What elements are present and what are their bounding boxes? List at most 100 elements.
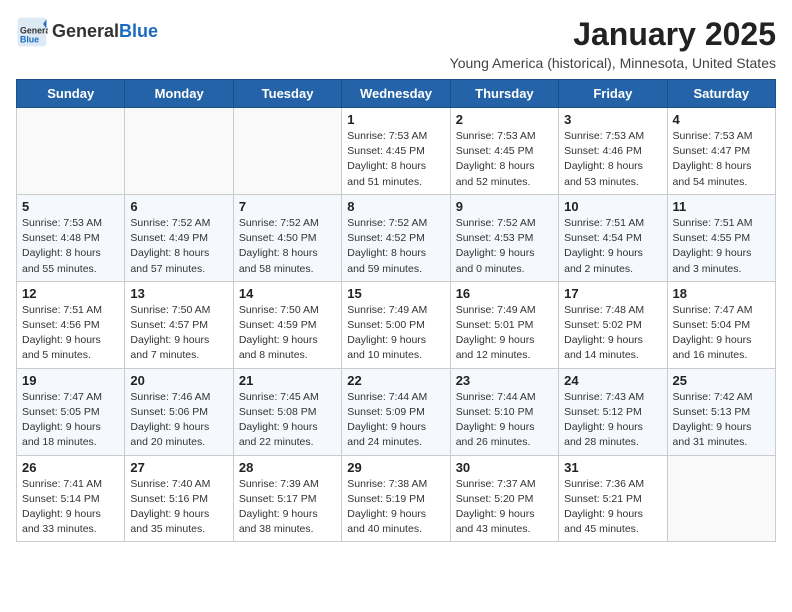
calendar-body: 1 Sunrise: 7:53 AM Sunset: 4:45 PM Daylig… — [17, 108, 776, 542]
day-info: Sunrise: 7:45 AM Sunset: 5:08 PM Dayligh… — [239, 390, 336, 451]
day-number: 2 — [456, 112, 553, 127]
week-row-0: 1 Sunrise: 7:53 AM Sunset: 4:45 PM Daylig… — [17, 108, 776, 195]
calendar-cell — [17, 108, 125, 195]
day-number: 28 — [239, 460, 336, 475]
logo: General Blue GeneralBlue — [16, 16, 158, 48]
day-number: 10 — [564, 199, 661, 214]
calendar-cell: 10 Sunrise: 7:51 AM Sunset: 4:54 PM Dayli… — [559, 194, 667, 281]
day-number: 9 — [456, 199, 553, 214]
calendar-cell: 17 Sunrise: 7:48 AM Sunset: 5:02 PM Dayli… — [559, 281, 667, 368]
day-number: 29 — [347, 460, 444, 475]
calendar-cell: 20Sunrise: 7:46 AM Sunset: 5:06 PM Dayli… — [125, 368, 233, 455]
day-number: 12 — [22, 286, 119, 301]
calendar-cell: 13 Sunrise: 7:50 AM Sunset: 4:57 PM Dayli… — [125, 281, 233, 368]
day-number: 17 — [564, 286, 661, 301]
title-block: January 2025 Young America (historical),… — [450, 16, 776, 71]
day-info: Sunrise: 7:44 AM Sunset: 5:10 PM Dayligh… — [456, 390, 553, 451]
logo-blue-text: Blue — [119, 21, 158, 41]
weekday-header-row: SundayMondayTuesdayWednesdayThursdayFrid… — [17, 80, 776, 108]
day-info: Sunrise: 7:47 AM Sunset: 5:05 PM Dayligh… — [22, 390, 119, 451]
day-number: 4 — [673, 112, 770, 127]
weekday-header-sunday: Sunday — [17, 80, 125, 108]
calendar-cell: 15Sunrise: 7:49 AM Sunset: 5:00 PM Dayli… — [342, 281, 450, 368]
svg-text:Blue: Blue — [20, 34, 39, 44]
day-info: Sunrise: 7:51 AM Sunset: 4:55 PM Dayligh… — [673, 216, 770, 277]
day-number: 6 — [130, 199, 227, 214]
calendar-cell: 31 Sunrise: 7:36 AM Sunset: 5:21 PM Dayli… — [559, 455, 667, 542]
day-info: Sunrise: 7:52 AM Sunset: 4:53 PM Dayligh… — [456, 216, 553, 277]
day-info: Sunrise: 7:52 AM Sunset: 4:49 PM Dayligh… — [130, 216, 227, 277]
calendar-cell: 1 Sunrise: 7:53 AM Sunset: 4:45 PM Daylig… — [342, 108, 450, 195]
day-info: Sunrise: 7:44 AM Sunset: 5:09 PM Dayligh… — [347, 390, 444, 451]
day-number: 8 — [347, 199, 444, 214]
calendar-subtitle: Young America (historical), Minnesota, U… — [450, 55, 776, 71]
calendar-cell: 2 Sunrise: 7:53 AM Sunset: 4:45 PM Daylig… — [450, 108, 558, 195]
day-number: 1 — [347, 112, 444, 127]
day-number: 19 — [22, 373, 119, 388]
day-number: 27 — [130, 460, 227, 475]
weekday-header-saturday: Saturday — [667, 80, 775, 108]
week-row-4: 26Sunrise: 7:41 AM Sunset: 5:14 PM Dayli… — [17, 455, 776, 542]
calendar-cell: 30 Sunrise: 7:37 AM Sunset: 5:20 PM Dayli… — [450, 455, 558, 542]
day-info: Sunrise: 7:53 AM Sunset: 4:45 PM Dayligh… — [347, 129, 444, 190]
weekday-header-friday: Friday — [559, 80, 667, 108]
weekday-header-wednesday: Wednesday — [342, 80, 450, 108]
logo-general-text: General — [52, 21, 119, 41]
day-number: 15 — [347, 286, 444, 301]
day-info: Sunrise: 7:50 AM Sunset: 4:57 PM Dayligh… — [130, 303, 227, 364]
day-info: Sunrise: 7:40 AM Sunset: 5:16 PM Dayligh… — [130, 477, 227, 538]
calendar-cell: 25 Sunrise: 7:42 AM Sunset: 5:13 PM Dayli… — [667, 368, 775, 455]
calendar-title: January 2025 — [450, 16, 776, 53]
day-info: Sunrise: 7:48 AM Sunset: 5:02 PM Dayligh… — [564, 303, 661, 364]
day-info: Sunrise: 7:39 AM Sunset: 5:17 PM Dayligh… — [239, 477, 336, 538]
week-row-2: 12 Sunrise: 7:51 AM Sunset: 4:56 PM Dayli… — [17, 281, 776, 368]
day-info: Sunrise: 7:41 AM Sunset: 5:14 PM Dayligh… — [22, 477, 119, 538]
day-info: Sunrise: 7:53 AM Sunset: 4:46 PM Dayligh… — [564, 129, 661, 190]
day-number: 13 — [130, 286, 227, 301]
calendar-cell: 24Sunrise: 7:43 AM Sunset: 5:12 PM Dayli… — [559, 368, 667, 455]
calendar-cell: 6 Sunrise: 7:52 AM Sunset: 4:49 PM Daylig… — [125, 194, 233, 281]
calendar-table: SundayMondayTuesdayWednesdayThursdayFrid… — [16, 79, 776, 542]
day-number: 18 — [673, 286, 770, 301]
calendar-cell: 14 Sunrise: 7:50 AM Sunset: 4:59 PM Dayli… — [233, 281, 341, 368]
week-row-1: 5 Sunrise: 7:53 AM Sunset: 4:48 PM Daylig… — [17, 194, 776, 281]
day-number: 20 — [130, 373, 227, 388]
calendar-cell: 7Sunrise: 7:52 AM Sunset: 4:50 PM Daylig… — [233, 194, 341, 281]
day-number: 31 — [564, 460, 661, 475]
day-number: 23 — [456, 373, 553, 388]
logo-icon: General Blue — [16, 16, 48, 48]
day-info: Sunrise: 7:49 AM Sunset: 5:01 PM Dayligh… — [456, 303, 553, 364]
calendar-cell: 23 Sunrise: 7:44 AM Sunset: 5:10 PM Dayli… — [450, 368, 558, 455]
day-info: Sunrise: 7:36 AM Sunset: 5:21 PM Dayligh… — [564, 477, 661, 538]
calendar-cell — [233, 108, 341, 195]
calendar-cell: 9 Sunrise: 7:52 AM Sunset: 4:53 PM Daylig… — [450, 194, 558, 281]
day-info: Sunrise: 7:42 AM Sunset: 5:13 PM Dayligh… — [673, 390, 770, 451]
calendar-cell: 29 Sunrise: 7:38 AM Sunset: 5:19 PM Dayli… — [342, 455, 450, 542]
calendar-cell: 19 Sunrise: 7:47 AM Sunset: 5:05 PM Dayli… — [17, 368, 125, 455]
day-info: Sunrise: 7:53 AM Sunset: 4:45 PM Dayligh… — [456, 129, 553, 190]
weekday-header-thursday: Thursday — [450, 80, 558, 108]
page-header: General Blue GeneralBlue January 2025 Yo… — [16, 16, 776, 71]
calendar-cell: 28 Sunrise: 7:39 AM Sunset: 5:17 PM Dayli… — [233, 455, 341, 542]
weekday-header-tuesday: Tuesday — [233, 80, 341, 108]
day-info: Sunrise: 7:38 AM Sunset: 5:19 PM Dayligh… — [347, 477, 444, 538]
day-number: 3 — [564, 112, 661, 127]
day-info: Sunrise: 7:53 AM Sunset: 4:48 PM Dayligh… — [22, 216, 119, 277]
day-info: Sunrise: 7:51 AM Sunset: 4:56 PM Dayligh… — [22, 303, 119, 364]
day-number: 25 — [673, 373, 770, 388]
day-info: Sunrise: 7:51 AM Sunset: 4:54 PM Dayligh… — [564, 216, 661, 277]
day-info: Sunrise: 7:37 AM Sunset: 5:20 PM Dayligh… — [456, 477, 553, 538]
day-number: 22 — [347, 373, 444, 388]
day-number: 5 — [22, 199, 119, 214]
calendar-cell: 5 Sunrise: 7:53 AM Sunset: 4:48 PM Daylig… — [17, 194, 125, 281]
day-number: 30 — [456, 460, 553, 475]
calendar-cell: 12 Sunrise: 7:51 AM Sunset: 4:56 PM Dayli… — [17, 281, 125, 368]
calendar-cell — [125, 108, 233, 195]
calendar-cell: 27 Sunrise: 7:40 AM Sunset: 5:16 PM Dayli… — [125, 455, 233, 542]
day-number: 14 — [239, 286, 336, 301]
day-number: 16 — [456, 286, 553, 301]
calendar-cell: 26Sunrise: 7:41 AM Sunset: 5:14 PM Dayli… — [17, 455, 125, 542]
calendar-cell: 3 Sunrise: 7:53 AM Sunset: 4:46 PM Daylig… — [559, 108, 667, 195]
day-info: Sunrise: 7:47 AM Sunset: 5:04 PM Dayligh… — [673, 303, 770, 364]
day-info: Sunrise: 7:50 AM Sunset: 4:59 PM Dayligh… — [239, 303, 336, 364]
